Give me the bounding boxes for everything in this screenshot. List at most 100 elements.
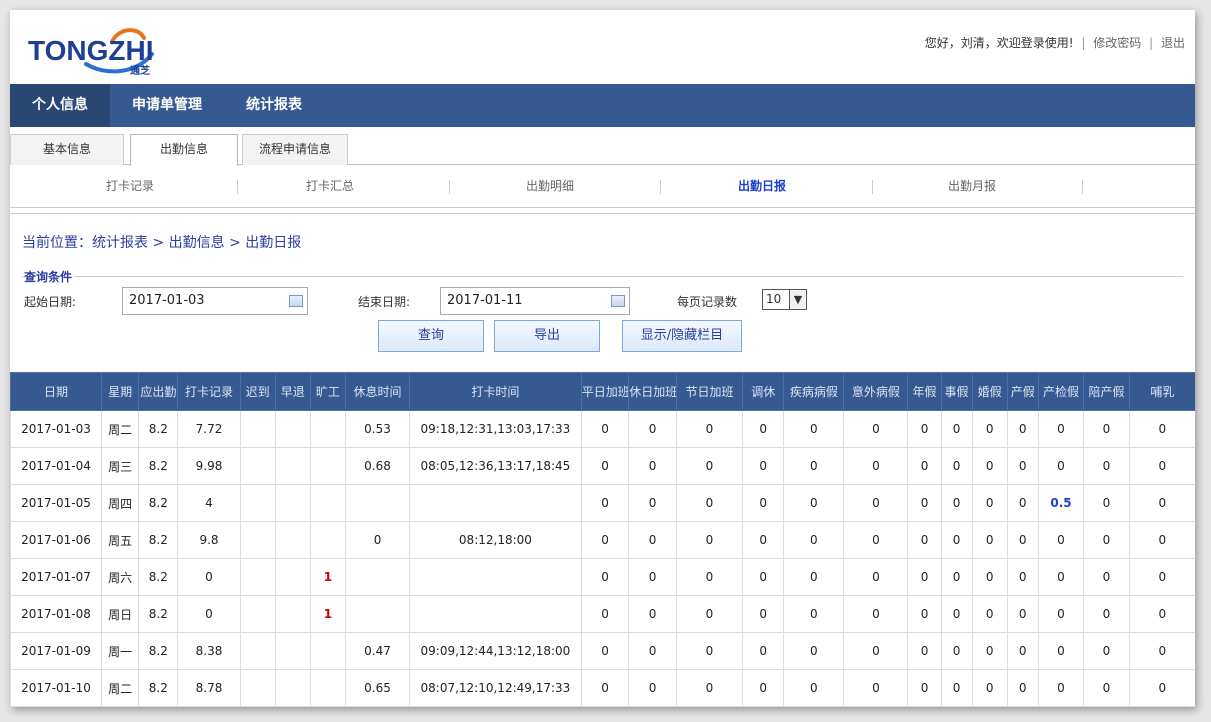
- table-cell: 08:07,12:10,12:49,17:33: [409, 669, 582, 707]
- table-cell: 0: [628, 484, 677, 522]
- start-date-field[interactable]: 2017-01-03: [122, 287, 308, 315]
- column-header: 打卡记录: [177, 372, 241, 411]
- table-cell: 2017-01-09: [10, 632, 102, 670]
- table-cell: 0: [1128, 484, 1195, 522]
- table-cell: 2017-01-04: [10, 447, 102, 485]
- table-cell: 0: [675, 632, 744, 670]
- table-cell: 7.72: [177, 410, 241, 448]
- table-cell: [274, 595, 311, 633]
- export-button[interactable]: 导出: [494, 320, 600, 352]
- table-cell: 0: [628, 595, 677, 633]
- table-cell: [274, 410, 311, 448]
- calendar-icon[interactable]: [289, 295, 303, 307]
- query-legend: 查询条件: [24, 268, 75, 285]
- table-cell: 0: [628, 447, 677, 485]
- table-cell: 0: [742, 558, 785, 596]
- search-button[interactable]: 查询: [378, 320, 484, 352]
- table-cell: 0: [1128, 669, 1195, 707]
- table-cell: 0: [843, 410, 909, 448]
- nav-application-mgmt[interactable]: 申请单管理: [110, 84, 224, 127]
- subnav-daily-report[interactable]: 出勤日报: [682, 166, 842, 208]
- subnav-monthly-report[interactable]: 出勤月报: [892, 166, 1052, 208]
- logo-sub-text: 通芝: [130, 64, 150, 76]
- subnav-attendance-detail[interactable]: 出勤明细: [470, 166, 630, 208]
- column-header: 婚假: [971, 372, 1008, 411]
- table-cell: 0: [1083, 447, 1130, 485]
- breadcrumb: 当前位置：统计报表 > 出勤信息 > 出勤日报: [22, 235, 302, 251]
- table-cell: 0: [1037, 558, 1085, 596]
- table-cell: 0: [675, 484, 744, 522]
- tab-attendance-info[interactable]: 出勤信息: [130, 134, 238, 166]
- change-password-link[interactable]: 修改密码: [1093, 36, 1141, 50]
- table-cell: 0: [907, 410, 942, 448]
- table-cell: 8.2: [138, 484, 179, 522]
- table-cell: 0: [742, 410, 785, 448]
- table-cell: [239, 669, 276, 707]
- table-cell: 4: [177, 484, 241, 522]
- column-header: 产检假: [1037, 372, 1085, 411]
- column-header: 陪产假: [1083, 372, 1130, 411]
- table-cell: 0: [742, 595, 785, 633]
- table-cell: [409, 595, 582, 633]
- table-cell: 0: [1083, 410, 1130, 448]
- column-header: 日期: [10, 372, 102, 411]
- table-cell: 0: [1128, 558, 1195, 596]
- table-cell: 0: [742, 484, 785, 522]
- table-cell: 0: [783, 632, 845, 670]
- table-cell: 0: [940, 558, 973, 596]
- table-cell: 0: [940, 410, 973, 448]
- table-cell: 0: [971, 669, 1008, 707]
- divider: |: [1149, 36, 1154, 50]
- table-row: 2017-01-06 周五 8.2 9.8 0 08:12,18:00 0 0 0 0 0 0 0 0 0 0…: [10, 521, 1195, 559]
- nav-statistics-report[interactable]: 统计报表: [224, 84, 324, 127]
- table-cell: 0: [742, 632, 785, 670]
- toggle-columns-button[interactable]: 显示/隐藏栏目: [622, 320, 742, 352]
- table-cell: 0: [971, 447, 1008, 485]
- table-cell: 0: [742, 669, 785, 707]
- subnav-punch-records[interactable]: 打卡记录: [50, 166, 210, 208]
- table-cell: 0: [628, 521, 677, 559]
- table-cell: 0: [1128, 410, 1195, 448]
- table-cell: 0: [1006, 484, 1039, 522]
- divider: |: [1081, 36, 1086, 50]
- per-page-select[interactable]: 10 ▼: [762, 289, 807, 310]
- table-cell: 0: [1037, 447, 1085, 485]
- daily-report-table-wrapper: 日期 星期 应出勤 打卡记录 迟到 早退 旷工 休息时间 打卡时间 平日加班 休日加班 节日加班 调休疾…: [10, 372, 1195, 707]
- table-cell: 0: [783, 558, 845, 596]
- tab-basic-info[interactable]: 基本信息: [10, 134, 124, 165]
- table-cell: 周三: [100, 447, 140, 485]
- subnav-punch-summary[interactable]: 打卡汇总: [250, 166, 410, 208]
- divider: [10, 213, 1195, 221]
- table-row: 2017-01-04 周三 8.2 9.98 0.68 08:05,12:36,13:17…: [10, 447, 1195, 485]
- table-cell: 0.65: [344, 669, 411, 707]
- table-cell: 8.2: [138, 521, 179, 559]
- table-cell: 2017-01-06: [10, 521, 102, 559]
- table-cell: [409, 484, 582, 522]
- table-cell: 08:12,18:00: [409, 521, 582, 559]
- table-cell: 0: [1006, 669, 1039, 707]
- column-header: 平日加班: [580, 372, 630, 411]
- table-cell: 0: [742, 521, 785, 559]
- table-cell: 0: [1128, 595, 1195, 633]
- nav-personal-info[interactable]: 个人信息: [10, 84, 110, 127]
- calendar-icon[interactable]: [611, 295, 625, 307]
- column-header: 事假: [940, 372, 973, 411]
- table-cell: 0.68: [344, 447, 411, 485]
- table-cell: 0: [580, 484, 630, 522]
- logout-link[interactable]: 退出: [1161, 36, 1185, 50]
- tab-process-info[interactable]: 流程申请信息: [242, 134, 348, 165]
- table-cell: 0: [940, 484, 973, 522]
- divider: [660, 180, 661, 194]
- table-cell: 0: [971, 484, 1008, 522]
- column-header: 调休: [742, 372, 785, 411]
- end-date-field[interactable]: 2017-01-11: [440, 287, 630, 315]
- table-cell: 0: [843, 447, 909, 485]
- table-cell: 2017-01-03: [10, 410, 102, 448]
- table-cell: [239, 632, 276, 670]
- app-window: TONGZHI 通芝 您好，刘清，欢迎登录使用! | 修改密码 | 退出 个人信…: [10, 10, 1195, 707]
- table-cell: 0: [580, 632, 630, 670]
- query-fieldset-border: [22, 276, 1183, 277]
- table-cell: 0: [940, 447, 973, 485]
- table-row: 2017-01-09 周一 8.2 8.38 0.47 09:09,12:44,13:12…: [10, 632, 1195, 670]
- start-date-value: 2017-01-03: [129, 293, 205, 308]
